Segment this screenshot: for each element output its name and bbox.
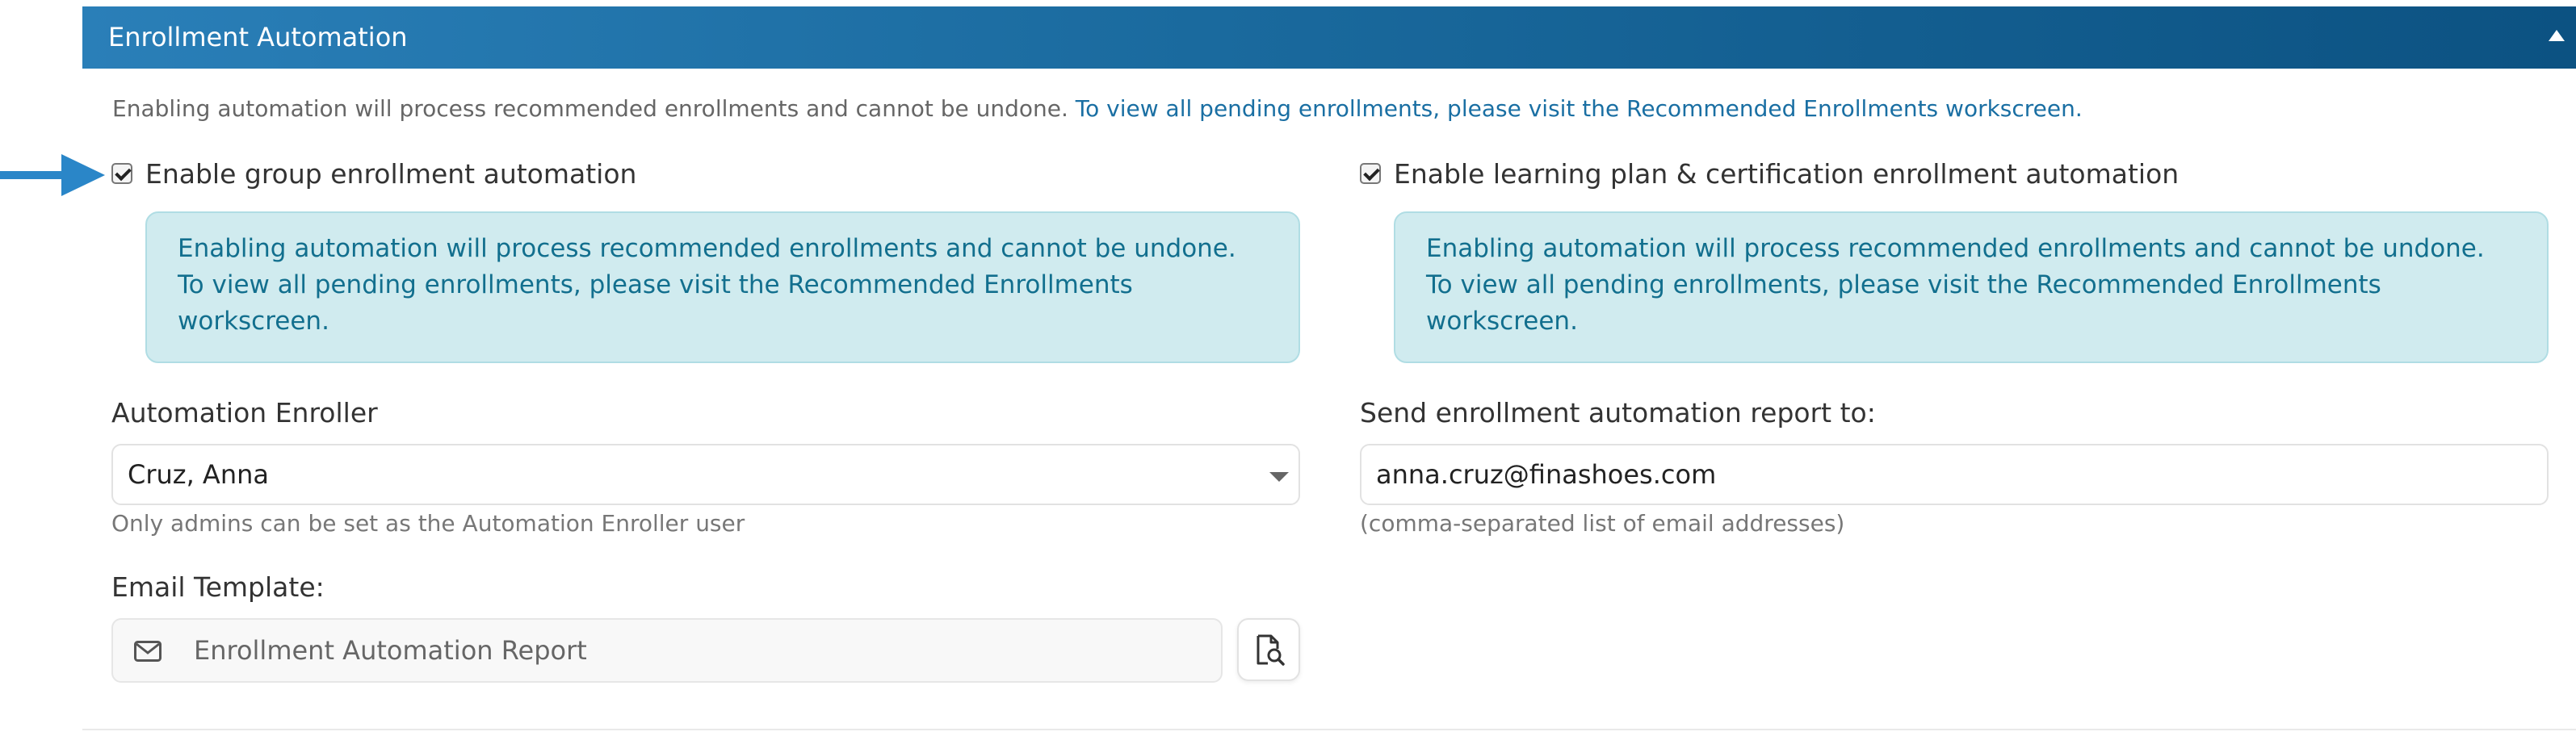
group-automation-label[interactable]: Enable group enrollment automation <box>145 158 636 190</box>
learning-plan-section: Enable learning plan & certification enr… <box>1360 158 2549 537</box>
automation-enroller-select[interactable]: Cruz, Anna <box>111 444 1300 505</box>
envelope-icon <box>134 641 162 662</box>
report-recipients-field[interactable] <box>1360 444 2549 505</box>
alert-line: To view all pending enrollments, please … <box>178 270 1133 299</box>
panel-divider <box>82 729 2576 730</box>
recommended-enrollments-link[interactable]: To view all pending enrollments, please … <box>1076 95 2083 122</box>
alert-line: workscreen. <box>1426 307 1578 336</box>
automation-enroller-label: Automation Enroller <box>111 397 378 429</box>
learning-automation-toggle[interactable]: Enable learning plan & certification enr… <box>1360 158 2547 190</box>
panel-title: Enrollment Automation <box>108 22 408 52</box>
email-template-label: Email Template: <box>111 571 325 603</box>
caret-down-icon[interactable] <box>1269 472 1289 482</box>
panel-description: Enabling automation will process recomme… <box>112 95 2083 122</box>
automation-enroller-value: Cruz, Anna <box>128 459 269 490</box>
alert-line: Enabling automation will process recomme… <box>1426 234 2485 263</box>
learning-info-alert: Enabling automation will process recomme… <box>1394 211 2549 363</box>
group-automation-toggle[interactable]: Enable group enrollment automation <box>111 158 1298 190</box>
group-enrollment-section: Enable group enrollment automation Enabl… <box>111 158 1300 537</box>
panel-header[interactable]: Enrollment Automation <box>82 6 2576 69</box>
chevron-up-icon[interactable] <box>2549 30 2565 41</box>
alert-line: To view all pending enrollments, please … <box>1426 270 2381 299</box>
document-search-icon <box>1257 634 1285 666</box>
preview-template-button[interactable] <box>1237 618 1300 681</box>
email-template-value: Enrollment Automation Report <box>194 635 587 666</box>
learning-automation-checkbox[interactable] <box>1360 163 1381 184</box>
report-recipients-help: (comma-separated list of email addresses… <box>1360 510 1845 537</box>
learning-automation-label[interactable]: Enable learning plan & certification enr… <box>1394 158 2179 190</box>
report-recipients-label: Send enrollment automation report to: <box>1360 397 1876 429</box>
group-info-alert: Enabling automation will process recomme… <box>145 211 1300 363</box>
automation-enroller-help: Only admins can be set as the Automation… <box>111 510 745 537</box>
group-automation-checkbox[interactable] <box>111 163 132 184</box>
report-recipients-input[interactable] <box>1376 445 2523 504</box>
email-template-field[interactable]: Enrollment Automation Report <box>111 618 1223 683</box>
description-text: Enabling automation will process recomme… <box>112 95 1068 122</box>
alert-line: Enabling automation will process recomme… <box>178 234 1236 263</box>
alert-line: workscreen. <box>178 307 329 336</box>
